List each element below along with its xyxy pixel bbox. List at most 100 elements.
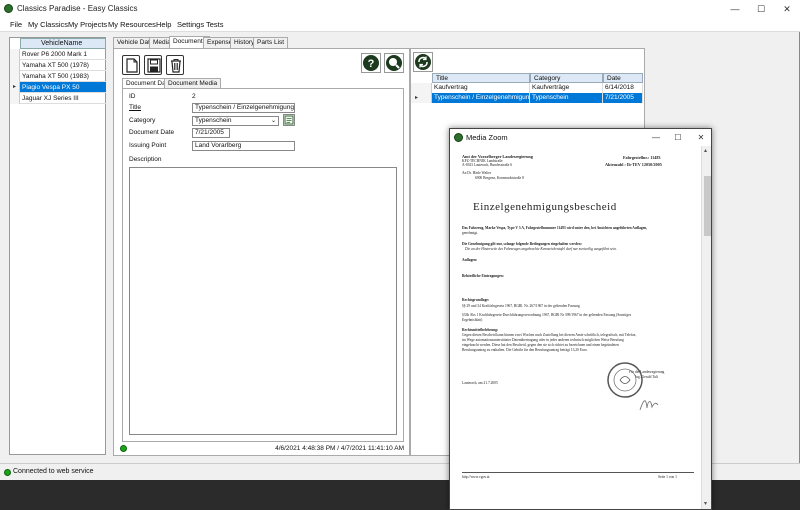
cell-title: Kaufvertrag [432, 83, 530, 93]
vehicle-name: Yamaha XT 500 (1978) [22, 62, 89, 69]
list-edit-icon [284, 115, 294, 125]
cell-category: Typenschein [530, 93, 603, 103]
help-button[interactable]: ? [361, 53, 381, 73]
doc-paragraph: Rechtsgrundlage: [462, 298, 490, 302]
cell-category: Kaufverträge [530, 83, 603, 93]
menu-bar: File My Classics My Projects My Resource… [0, 18, 800, 32]
doc-paragraph: Das Fahrzeug, Marke Vespa, Type V 5 A, F… [462, 226, 648, 230]
refresh-icon [415, 54, 431, 70]
scanned-document: Amt der Vorarlberger Landesregierung KFZ… [453, 146, 701, 508]
vehicle-row-selected[interactable]: ▸ Piagio Vespa PX 50 [10, 82, 106, 93]
menu-help[interactable]: Help [156, 20, 171, 29]
app-logo-icon [4, 4, 13, 13]
menu-tests[interactable]: Tests [206, 20, 224, 29]
document-date-input[interactable]: 7/21/2005 [192, 128, 230, 138]
connection-status-text: Connected to web service [13, 468, 94, 475]
doc-paragraph: §33b Abs 1 Kraftfahrgesetz-Durchführungs… [462, 313, 632, 317]
media-zoom-close-button[interactable]: ✕ [691, 129, 711, 146]
menu-file[interactable]: File [10, 20, 22, 29]
doc-paragraph: Berufungsantrag zu enthalten. Die Gebühr… [462, 348, 588, 352]
vehicle-row[interactable]: Yamaha XT 500 (1978) [10, 60, 106, 71]
media-zoom-app-icon [454, 133, 463, 142]
scroll-up-icon[interactable]: ▴ [704, 147, 707, 154]
doc-paragraph: im Wege automationsunterstützter Datenüb… [462, 338, 624, 342]
chevron-down-icon: ⌄ [270, 118, 276, 124]
doc-paragraph: Die Genehmigung gilt nur, solange folgen… [462, 242, 582, 246]
cell-title: Typenschein / Einzelgenehmigung [432, 93, 530, 103]
new-document-button[interactable] [122, 55, 140, 75]
vehicle-list[interactable]: VehicleName Rover P6 2000 Mark 1 Yamaha … [9, 37, 106, 455]
vehicle-name: Rover P6 2000 Mark 1 [22, 51, 88, 58]
doc-address: An Dr. Härle Walter [462, 171, 491, 175]
table-row-selected[interactable]: ▸ Typenschein / Einzelgenehmigung Typens… [411, 93, 644, 103]
save-icon [147, 58, 161, 73]
new-document-icon [126, 58, 138, 73]
media-zoom-title: Media Zoom [466, 133, 508, 142]
tab-parts-list[interactable]: Parts List [253, 37, 289, 48]
doc-reference: Fahrgestellnr.: 11483 [623, 155, 661, 160]
menu-my-projects[interactable]: My Projects [68, 20, 107, 29]
window-title: Classics Paradise - Easy Classics [17, 4, 138, 13]
doc-paragraph: genehmigt. [462, 231, 479, 235]
doc-heading: Einzelgenehmigungsbescheid [473, 201, 617, 213]
subtab-document-media[interactable]: Document Media [164, 78, 222, 88]
doc-footer-rule [462, 472, 694, 473]
column-header-title[interactable]: Title [432, 73, 530, 83]
category-edit-button[interactable] [283, 114, 295, 126]
menu-my-resources[interactable]: My Resources [108, 20, 156, 29]
vehicle-name: Yamaha XT 500 (1983) [22, 73, 89, 80]
doc-place-date: Lauterach, am 21.7.2005 [462, 381, 498, 385]
scrollbar-thumb[interactable] [704, 176, 711, 236]
vehicle-row[interactable]: Rover P6 2000 Mark 1 [10, 49, 106, 60]
save-button[interactable] [144, 55, 162, 75]
doc-paragraph: Gegen diesen Bescheid kann binnen zwei W… [462, 333, 637, 337]
close-button[interactable]: ✕ [774, 0, 800, 18]
document-panel: ? Document Data Document Media ID 2 Titl… [113, 48, 410, 456]
status-dot-icon [120, 445, 127, 452]
issuing-point-label: Issuing Point [129, 142, 167, 149]
doc-footer: Seite 1 von 1 [658, 475, 677, 479]
scroll-down-icon[interactable]: ▾ [704, 500, 707, 507]
table-row[interactable]: Kaufvertrag Kaufverträge 6/14/2018 [411, 83, 644, 93]
record-timestamps: 4/6/2021 4:48:38 PM / 4/7/2021 11:41:10 … [275, 445, 404, 452]
official-stamp-icon [607, 362, 643, 398]
menu-my-classics[interactable]: My Classics [28, 20, 68, 29]
vehicle-name: Piagio Vespa PX 50 [22, 84, 80, 91]
vehicle-row[interactable]: Jaguar XJ Series III [10, 93, 106, 104]
connection-status-icon [4, 469, 11, 476]
doc-paragraph: Ergebnisblatt) [462, 318, 483, 322]
doc-paragraph: §§ 29 und 34 Kraftfahrgesetz 1967, BGBl.… [462, 304, 580, 308]
title-bar: Classics Paradise - Easy Classics — ☐ ✕ [0, 0, 800, 18]
description-textarea[interactable] [129, 167, 397, 435]
issuing-point-input[interactable]: Land Vorarlberg [192, 141, 295, 151]
column-header-category[interactable]: Category [530, 73, 603, 83]
document-form: ID 2 Title Typenschein / Einzelgenehmigu… [122, 88, 404, 442]
category-select[interactable]: Typenschein ⌄ [192, 116, 279, 126]
minimize-button[interactable]: — [722, 0, 748, 18]
title-input[interactable]: Typenschein / Einzelgenehmigung [192, 103, 295, 113]
column-header-date[interactable]: Date [603, 73, 643, 83]
cell-date: 6/14/2018 [603, 83, 643, 93]
menu-settings[interactable]: Settings [177, 20, 204, 29]
doc-paragraph: Rechtsmittelbelehrung: [462, 328, 499, 332]
cell-date: 7/21/2005 [603, 93, 643, 103]
media-zoom-scrollbar[interactable]: ▴ ▾ [701, 146, 711, 509]
doc-paragraph: Auflagen: [462, 258, 478, 262]
media-zoom-minimize-button[interactable]: — [646, 129, 666, 146]
doc-paragraph: eingebracht werden. Diese hat den Besche… [462, 343, 619, 347]
id-label: ID [129, 93, 136, 100]
category-selected-value: Typenschein [195, 117, 232, 124]
description-label: Description [129, 156, 162, 163]
maximize-button[interactable]: ☐ [748, 0, 774, 18]
row-indicator-icon: ▸ [411, 93, 432, 103]
media-zoom-maximize-button[interactable]: ☐ [668, 129, 688, 146]
delete-button[interactable] [166, 55, 184, 75]
vehicle-list-header[interactable]: VehicleName [20, 38, 106, 49]
refresh-button[interactable] [413, 52, 433, 72]
id-value: 2 [192, 93, 196, 100]
row-indicator-icon: ▸ [10, 82, 20, 93]
media-zoom-button[interactable] [384, 53, 404, 73]
handwritten-signature-icon [639, 400, 659, 411]
doc-address: 6900 Bregenz, Kornmarktstraße 8 [475, 176, 524, 180]
vehicle-row[interactable]: Yamaha XT 500 (1983) [10, 71, 106, 82]
